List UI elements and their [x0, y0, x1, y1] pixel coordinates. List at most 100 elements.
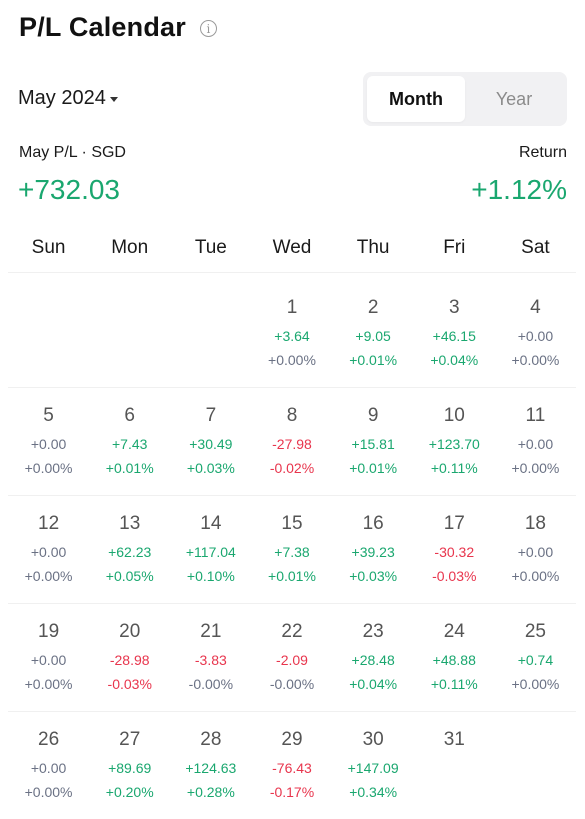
day-number: 27 — [119, 729, 141, 750]
day-return-percent: -0.02% — [269, 460, 315, 476]
month-selector[interactable]: May 2024 — [18, 87, 118, 110]
day-cell[interactable]: 11 +0.00 +0.00% — [495, 388, 576, 495]
day-cell[interactable]: 16 +39.23 +0.03% — [333, 496, 414, 603]
weekday-label: Fri — [443, 237, 466, 258]
day-pl-value: +117.04 — [185, 544, 236, 560]
day-number: 14 — [200, 513, 222, 534]
day-pl-value: +89.69 — [108, 760, 152, 776]
day-pl-value: -76.43 — [272, 760, 312, 776]
empty-day-cell — [8, 280, 89, 387]
tab-year[interactable]: Year — [465, 76, 563, 122]
day-cell[interactable]: 25 +0.74 +0.00% — [495, 604, 576, 711]
day-pl-value: +7.43 — [111, 436, 148, 452]
day-cell[interactable]: 9 +15.81 +0.01% — [333, 388, 414, 495]
day-return-percent: +0.28% — [186, 784, 235, 800]
tab-month[interactable]: Month — [367, 76, 465, 122]
empty-day-cell — [89, 280, 170, 387]
info-icon[interactable]: i — [199, 20, 217, 37]
day-cell[interactable]: 24 +48.88 +0.11% — [414, 604, 495, 711]
day-number: 16 — [362, 513, 384, 534]
day-cell[interactable]: 13 +62.23 +0.05% — [89, 496, 170, 603]
day-cell[interactable]: 10 +123.70 +0.11% — [414, 388, 495, 495]
day-return-percent: +0.04% — [430, 352, 479, 368]
day-cell[interactable]: 6 +7.43 +0.01% — [89, 388, 170, 495]
empty-day-cell — [170, 280, 251, 387]
day-cell[interactable]: 8 -27.98 -0.02% — [251, 388, 332, 495]
day-cell[interactable]: 29 -76.43 -0.17% — [251, 712, 332, 819]
weekday-label: Sat — [521, 237, 550, 258]
day-pl-value: +62.23 — [108, 544, 152, 560]
day-pl-value: +39.23 — [351, 544, 395, 560]
day-cell[interactable]: 27 +89.69 +0.20% — [89, 712, 170, 819]
day-cell[interactable]: 26 +0.00 +0.00% — [8, 712, 89, 819]
day-return-percent: +0.00% — [24, 676, 73, 692]
day-cell[interactable]: 31 — [414, 712, 495, 819]
calendar-week-row: 5 +0.00 +0.00% 6 +7.43 +0.01% 7 +30.49 +0.03% 8 -2… — [8, 388, 576, 496]
day-number: 19 — [38, 621, 60, 642]
day-cell[interactable]: 23 +28.48 +0.04% — [333, 604, 414, 711]
day-return-percent: -0.03% — [432, 568, 477, 584]
day-pl-value: +0.00 — [30, 652, 67, 668]
day-return-percent: +0.00% — [511, 568, 560, 584]
weekday-label: Sun — [31, 237, 66, 258]
day-number: 18 — [524, 513, 546, 534]
day-return-percent: +0.00% — [511, 352, 560, 368]
day-number: 13 — [119, 513, 141, 534]
day-number: 7 — [205, 405, 217, 426]
calendar-week-row: 12 +0.00 +0.00% 13 +62.23 +0.05% 14 +117.04 +0.1… — [8, 496, 576, 604]
day-cell[interactable]: 20 -28.98 -0.03% — [89, 604, 170, 711]
day-return-percent: +0.00% — [24, 784, 73, 800]
day-return-percent: +0.10% — [186, 568, 235, 584]
weekday-label: Thu — [356, 237, 390, 258]
day-number: 2 — [367, 297, 379, 318]
day-cell[interactable]: 7 +30.49 +0.03% — [170, 388, 251, 495]
calendar-week-row: 19 +0.00 +0.00% 20 -28.98 -0.03% 21 -3.83 -0.00%… — [8, 604, 576, 712]
page-title: P/L Calendar — [19, 12, 186, 42]
day-cell[interactable]: 1 +3.64 +0.00% — [251, 280, 332, 387]
month-selector-label: May 2024 — [18, 87, 106, 109]
day-cell[interactable]: 5 +0.00 +0.00% — [8, 388, 89, 495]
day-pl-value: +28.48 — [351, 652, 395, 668]
day-pl-value: +30.49 — [189, 436, 233, 452]
day-return-percent: -0.03% — [107, 676, 152, 692]
day-cell[interactable]: 2 +9.05 +0.01% — [333, 280, 414, 387]
weekday-label: Tue — [194, 237, 227, 258]
day-pl-value: -2.09 — [276, 652, 308, 668]
day-cell[interactable]: 3 +46.15 +0.04% — [414, 280, 495, 387]
day-cell[interactable]: 28 +124.63 +0.28% — [170, 712, 251, 819]
day-number: 25 — [524, 621, 546, 642]
day-pl-value: -30.32 — [434, 544, 475, 560]
day-cell[interactable]: 21 -3.83 -0.00% — [170, 604, 251, 711]
day-return-percent: +0.00% — [24, 568, 73, 584]
day-pl-value: +124.63 — [185, 760, 237, 776]
day-number: 11 — [525, 405, 546, 426]
day-pl-value: +147.09 — [347, 760, 399, 776]
day-pl-value: +0.00 — [30, 544, 67, 560]
day-cell[interactable]: 30 +147.09 +0.34% — [333, 712, 414, 819]
day-pl-value: +46.15 — [432, 328, 476, 344]
day-pl-value: +3.64 — [274, 328, 310, 344]
day-return-percent: +0.00% — [511, 676, 560, 692]
day-cell[interactable]: 18 +0.00 +0.00% — [495, 496, 576, 603]
day-pl-value: +0.00 — [517, 544, 554, 560]
day-pl-value: +7.38 — [274, 544, 310, 560]
weekday-label: Mon — [111, 237, 149, 258]
day-number: 24 — [443, 621, 465, 642]
day-cell[interactable]: 12 +0.00 +0.00% — [8, 496, 89, 603]
day-cell[interactable]: 17 -30.32 -0.03% — [414, 496, 495, 603]
caret-down-icon — [109, 96, 118, 102]
day-return-percent: -0.00% — [188, 676, 234, 692]
day-number: 21 — [200, 621, 222, 642]
day-pl-value: +15.81 — [351, 436, 395, 452]
day-cell[interactable]: 22 -2.09 -0.00% — [251, 604, 332, 711]
day-return-percent: +0.00% — [268, 352, 316, 368]
day-number: 5 — [43, 405, 54, 426]
day-cell[interactable]: 19 +0.00 +0.00% — [8, 604, 89, 711]
day-cell[interactable]: 14 +117.04 +0.10% — [170, 496, 251, 603]
day-number: 22 — [281, 621, 303, 642]
day-number: 29 — [281, 729, 303, 750]
day-cell[interactable]: 15 +7.38 +0.01% — [251, 496, 332, 603]
empty-day-cell — [495, 712, 576, 819]
day-return-percent — [414, 784, 495, 800]
day-cell[interactable]: 4 +0.00 +0.00% — [495, 280, 576, 387]
